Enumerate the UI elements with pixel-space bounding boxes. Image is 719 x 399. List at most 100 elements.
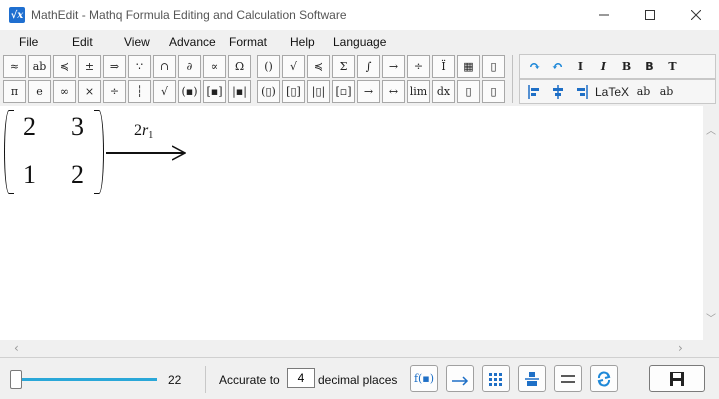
vertical-scrollbar[interactable]: ︿ ﹀	[703, 106, 719, 340]
greek-upper-button[interactable]: Ω	[228, 55, 251, 78]
brackets-button[interactable]: [▪]	[203, 80, 226, 103]
logic-symbols-button[interactable]: ∵	[128, 55, 151, 78]
abs-button[interactable]: |▪|	[228, 80, 251, 103]
function-button[interactable]: f(▪)	[410, 365, 438, 392]
accuracy-label: Accurate to	[219, 373, 280, 387]
fraction-templates-button[interactable]: ÷	[407, 55, 430, 78]
zoom-value: 22	[168, 373, 182, 387]
e-button[interactable]: e	[28, 80, 51, 103]
infinity-button[interactable]: ∞	[53, 80, 76, 103]
title-bar: √x MathEdit - Mathq Formula Editing and …	[0, 0, 719, 30]
italic-sans-button[interactable]: I	[569, 56, 592, 77]
symbol-toolbar-row-2: π e ∞ × ÷ ┆ √ (▪) [▪] |▪| (▯) [▯] |▯| [▫…	[3, 80, 507, 105]
matrix-templates-button[interactable]: ▦	[457, 55, 480, 78]
integral-templates-button[interactable]: ∫	[357, 55, 380, 78]
right-arrow-button[interactable]: →	[357, 80, 380, 103]
align-center-icon[interactable]	[546, 81, 569, 102]
sum-templates-button[interactable]: Σ	[332, 55, 355, 78]
italic-button[interactable]: I	[592, 56, 615, 77]
vertical-align-button[interactable]	[518, 365, 546, 392]
menu-advance[interactable]: Advance	[169, 35, 216, 49]
text-style-button[interactable]: ab	[28, 55, 51, 78]
pi-button[interactable]: π	[3, 80, 26, 103]
bold-button[interactable]: B	[615, 56, 638, 77]
arrow-right-button[interactable]	[446, 365, 474, 392]
row-operation-label[interactable]: 2r1	[134, 122, 153, 141]
zoom-slider-track[interactable]	[12, 378, 157, 381]
text-mode-button[interactable]: T	[661, 56, 684, 77]
box-templates-button[interactable]: ▯	[482, 55, 505, 78]
fence-templates-button[interactable]: ()	[257, 55, 280, 78]
radical-templates-button[interactable]: √	[282, 55, 305, 78]
redo-icon[interactable]: ↷	[523, 56, 546, 77]
menu-bar: File Edit View Advance Format Help Langu…	[0, 30, 719, 52]
arrow-head-icon	[172, 145, 186, 161]
symbol-toolbar-row-1: ≈ ab ≼ ± ⇒ ∵ ∩ ∂ ∝ Ω () √ ≼ Σ ∫ → ÷ Ï ▦ …	[3, 55, 507, 80]
greek-lower-button[interactable]: ∝	[203, 55, 226, 78]
determinant-button[interactable]: |▯|	[307, 80, 330, 103]
text-style-a-button[interactable]: ab	[632, 81, 655, 102]
matrix-cell-2-2[interactable]: 2	[71, 160, 84, 190]
decimal-places-label: decimal places	[318, 373, 398, 387]
format-toolbar-row-2: LaTeX ab ab	[519, 79, 716, 104]
zoom-slider-thumb[interactable]	[10, 370, 22, 389]
approx-symbols-button[interactable]: ≈	[3, 55, 26, 78]
equals-button[interactable]	[554, 365, 582, 392]
limit-button[interactable]: lim	[407, 80, 430, 103]
left-right-arrow-button[interactable]: ↔	[382, 80, 405, 103]
matrix-cell-1-2[interactable]: 3	[71, 112, 84, 142]
menu-format[interactable]: Format	[229, 35, 267, 49]
align-left-icon[interactable]	[523, 81, 546, 102]
decimal-places-input[interactable]: 4	[287, 368, 315, 388]
scroll-down-icon[interactable]: ﹀	[706, 310, 716, 325]
fraction-button[interactable]: ┆	[128, 80, 151, 103]
arrow-templates-button[interactable]: →	[382, 55, 405, 78]
script-templates-button[interactable]: ≼	[307, 55, 330, 78]
calculus-symbols-button[interactable]: ∂	[178, 55, 201, 78]
left-parenthesis	[4, 110, 14, 194]
refresh-button[interactable]	[590, 365, 618, 392]
format-toolbar-row-1: ↷ ↶ I I B B T	[519, 54, 716, 79]
equals-icon	[561, 374, 575, 383]
matrix-button[interactable]: [▫]	[332, 80, 355, 103]
row-op-coefficient: 2	[134, 122, 142, 139]
latex-button[interactable]: LaTeX	[592, 81, 632, 102]
menu-view[interactable]: View	[124, 35, 150, 49]
maximize-button[interactable]	[627, 0, 673, 30]
matrix-cell-1-1[interactable]: 2	[23, 112, 36, 142]
paren-matrix-button[interactable]: (▯)	[257, 80, 280, 103]
align-right-icon[interactable]	[569, 81, 592, 102]
menu-language[interactable]: Language	[333, 35, 386, 49]
bracket-matrix-button[interactable]: [▯]	[282, 80, 305, 103]
times-button[interactable]: ×	[78, 80, 101, 103]
scroll-right-icon[interactable]: ›	[678, 341, 683, 355]
differential-button[interactable]: dx	[432, 80, 455, 103]
scroll-up-icon[interactable]: ︿	[706, 122, 716, 137]
column-vector-button[interactable]: ▯	[457, 80, 480, 103]
arrow-symbols-button[interactable]: ⇒	[103, 55, 126, 78]
accent-templates-button[interactable]: Ï	[432, 55, 455, 78]
matrix-cell-2-1[interactable]: 1	[23, 160, 36, 190]
status-separator	[205, 366, 206, 393]
close-button[interactable]	[673, 0, 719, 30]
menu-edit[interactable]: Edit	[72, 35, 93, 49]
menu-help[interactable]: Help	[290, 35, 315, 49]
set-symbols-button[interactable]: ∩	[153, 55, 176, 78]
text-style-b-button[interactable]: ab	[655, 81, 678, 102]
save-button[interactable]	[649, 365, 705, 392]
undo-icon[interactable]: ↶	[546, 56, 569, 77]
box-button[interactable]: ▯	[482, 80, 505, 103]
relation-symbols-button[interactable]: ≼	[53, 55, 76, 78]
divide-button[interactable]: ÷	[103, 80, 126, 103]
operator-symbols-button[interactable]: ±	[78, 55, 101, 78]
scroll-left-icon[interactable]: ‹	[14, 341, 19, 355]
grid-icon	[489, 372, 502, 386]
sqrt-button[interactable]: √	[153, 80, 176, 103]
menu-file[interactable]: File	[19, 35, 38, 49]
bold-sans-button[interactable]: B	[638, 56, 661, 77]
horizontal-scrollbar[interactable]: ‹ ›	[0, 340, 719, 357]
matrix-grid-button[interactable]	[482, 365, 510, 392]
matrix-expression[interactable]: 2 3 1 2	[4, 110, 106, 194]
minimize-button[interactable]	[581, 0, 627, 30]
parentheses-button[interactable]: (▪)	[178, 80, 201, 103]
